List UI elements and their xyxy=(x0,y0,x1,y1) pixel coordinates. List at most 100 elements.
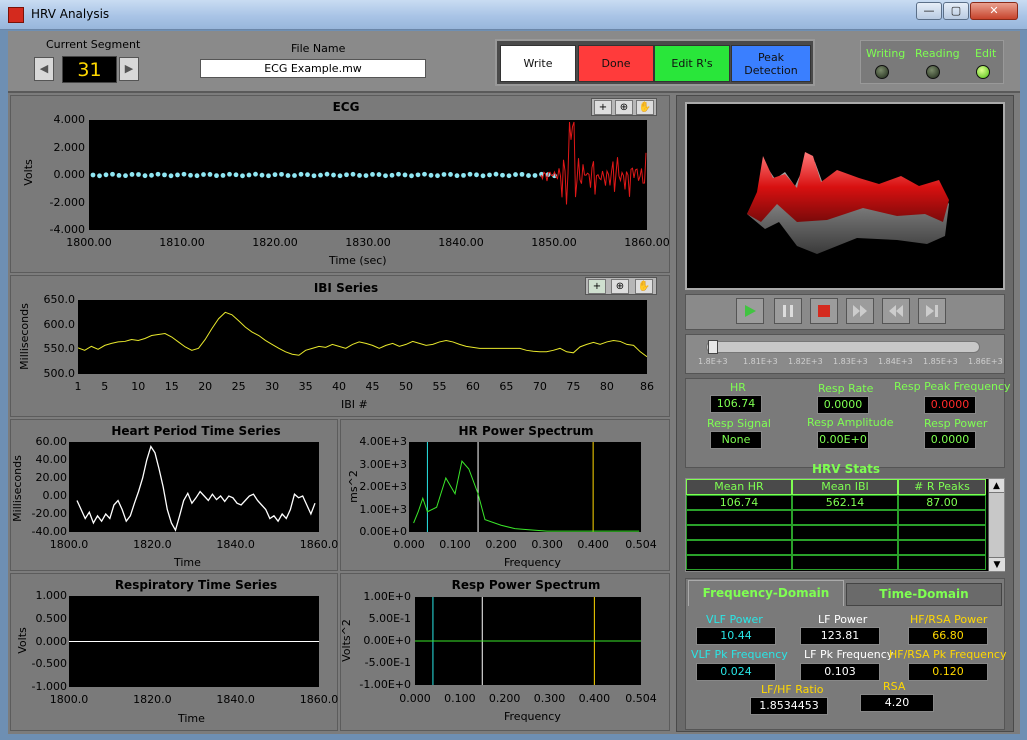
ecg-xlabel: Time (sec) xyxy=(329,254,387,267)
pause-icon[interactable] xyxy=(774,298,802,324)
rps-x-tick: 0.100 xyxy=(440,692,480,705)
slider-tick: 1.83E+3 xyxy=(833,357,868,366)
status-leds: Writing Reading Edit xyxy=(860,40,1004,84)
ecg-r-peak-marker xyxy=(136,172,141,177)
slider-track[interactable] xyxy=(706,341,980,353)
ibi-x-tick: 40 xyxy=(327,380,351,393)
time-slider[interactable]: 1.8E+3 1.81E+3 1.82E+3 1.83E+3 1.84E+3 1.85E+… xyxy=(685,334,1005,374)
ecg-r-peak-marker xyxy=(97,173,102,178)
ecg-plot[interactable] xyxy=(89,120,647,230)
rts-title: Respiratory Time Series xyxy=(51,578,341,592)
resp-signal-indicator[interactable]: None xyxy=(710,431,762,449)
hrv-table-cell xyxy=(792,555,898,570)
rps-title: Resp Power Spectrum xyxy=(381,578,671,592)
top-control-bar: Current Segment ◀ 31 ▶ File Name ECG Exa… xyxy=(8,31,1020,93)
next-segment-button[interactable]: ▶ xyxy=(119,57,139,81)
zoom-tool-icon[interactable]: ⊕ xyxy=(615,100,633,115)
lf-power-label: LF Power xyxy=(818,613,867,626)
done-button[interactable]: Done xyxy=(578,45,654,82)
hrps-xlabel: Frequency xyxy=(504,556,561,569)
skip-end-icon[interactable] xyxy=(918,298,946,324)
tab-time-domain[interactable]: Time-Domain xyxy=(846,583,1002,606)
ibi-xlabel: IBI # xyxy=(341,398,368,411)
edit-rs-button[interactable]: Edit R's xyxy=(654,45,730,82)
ibi-x-tick: 1 xyxy=(66,380,90,393)
stop-icon[interactable] xyxy=(810,298,838,324)
rewind-icon[interactable] xyxy=(882,298,910,324)
rps-y-tick: 0.00E+0 xyxy=(355,634,411,647)
ecg-r-peak-marker xyxy=(448,172,453,177)
table-scrollbar[interactable]: ▲ ▼ xyxy=(988,479,1004,571)
cursor-tool-icon[interactable]: + xyxy=(588,279,606,294)
scroll-down-icon[interactable]: ▼ xyxy=(989,557,1005,571)
ecg-r-peak-marker xyxy=(331,173,336,178)
segment-value[interactable]: 31 xyxy=(62,56,117,83)
file-name-field[interactable]: ECG Example.mw xyxy=(200,59,426,78)
ecg-r-peak-marker xyxy=(435,173,440,178)
ecg-r-peak-marker xyxy=(247,173,252,178)
ecg-r-peak-marker xyxy=(162,172,167,177)
hpts-plot[interactable] xyxy=(69,442,319,532)
ecg-r-peak-marker xyxy=(325,172,330,177)
close-button[interactable]: ✕ xyxy=(970,2,1018,20)
hrv-stats-table[interactable]: Mean HR Mean IBI # R Peaks 106.74 562.14 87.… xyxy=(685,478,1005,572)
ecg-r-peak-marker xyxy=(104,172,109,177)
scroll-up-icon[interactable]: ▲ xyxy=(989,479,1004,493)
vlf-pk-value: 0.024 xyxy=(696,663,776,681)
fast-forward-icon[interactable] xyxy=(846,298,874,324)
tab-frequency-domain[interactable]: Frequency-Domain xyxy=(688,580,844,606)
ecg-r-peak-marker xyxy=(253,172,258,177)
ibi-x-tick: 50 xyxy=(394,380,418,393)
ecg-r-peak-marker xyxy=(286,173,291,178)
hf-pk-label: HF/RSA Pk Frequency xyxy=(889,648,1006,661)
slider-tick: 1.81E+3 xyxy=(743,357,778,366)
ecg-x-tick: 1810.00 xyxy=(154,236,210,249)
hrv-table-cell xyxy=(792,510,898,525)
slider-tick: 1.86E+3 xyxy=(968,357,1003,366)
minimize-button[interactable]: — xyxy=(916,2,942,20)
ecg-r-peak-marker xyxy=(403,173,408,178)
rsa-label: RSA xyxy=(883,680,905,693)
hrv-stats-title: HRV Stats xyxy=(677,462,1015,476)
prev-segment-button[interactable]: ◀ xyxy=(34,57,54,81)
play-icon[interactable] xyxy=(736,298,764,324)
rps-y-tick: 1.00E+0 xyxy=(355,590,411,603)
hrv-table-cell: 87.00 xyxy=(898,495,986,510)
zoom-tool-icon[interactable]: ⊕ xyxy=(611,279,629,294)
hrps-title: HR Power Spectrum xyxy=(381,424,671,438)
3d-surface-view[interactable] xyxy=(685,102,1005,290)
client-area: Current Segment ◀ 31 ▶ File Name ECG Exa… xyxy=(8,31,1020,734)
slider-thumb[interactable] xyxy=(708,340,718,354)
resp-peak-freq-label: Resp Peak Frequency xyxy=(894,380,1011,393)
ibi-plot[interactable] xyxy=(78,300,647,374)
ecg-r-peak-marker xyxy=(422,172,427,177)
domain-tab-panel: Frequency-Domain Time-Domain VLF Power 1… xyxy=(685,578,1005,730)
hpts-xlabel: Time xyxy=(174,556,201,569)
rps-x-tick: 0.300 xyxy=(530,692,570,705)
hrps-plot[interactable] xyxy=(409,442,641,532)
ecg-x-tick: 1840.00 xyxy=(433,236,489,249)
cursor-tool-icon[interactable]: + xyxy=(594,100,612,115)
ecg-r-peak-marker xyxy=(260,173,265,178)
rts-plot[interactable] xyxy=(69,596,319,687)
hrps-x-tick: 0.300 xyxy=(527,538,567,551)
rps-plot[interactable] xyxy=(415,597,641,685)
ecg-r-peak-marker xyxy=(357,173,362,178)
rts-y-tick: 0.500 xyxy=(17,612,67,625)
hpts-x-tick: 1860.0 xyxy=(297,538,341,551)
rps-x-tick: 0.000 xyxy=(395,692,435,705)
writing-label: Writing xyxy=(866,47,905,60)
pan-tool-icon[interactable]: ✋ xyxy=(635,279,653,294)
ecg-r-peak-marker xyxy=(520,172,525,177)
pan-tool-icon[interactable]: ✋ xyxy=(636,100,654,115)
ecg-r-peak-marker xyxy=(461,173,466,178)
ibi-x-tick: 75 xyxy=(561,380,585,393)
hrv-table-cell xyxy=(898,540,986,555)
peak-detection-button[interactable]: Peak Detection xyxy=(731,45,811,82)
ecg-r-peak-marker xyxy=(292,173,297,178)
ecg-r-peak-marker xyxy=(143,173,148,178)
vlf-power-label: VLF Power xyxy=(706,613,763,626)
rts-x-tick: 1840.0 xyxy=(214,693,258,706)
write-button[interactable]: Write xyxy=(500,45,576,82)
maximize-button[interactable]: ▢ xyxy=(943,2,969,20)
